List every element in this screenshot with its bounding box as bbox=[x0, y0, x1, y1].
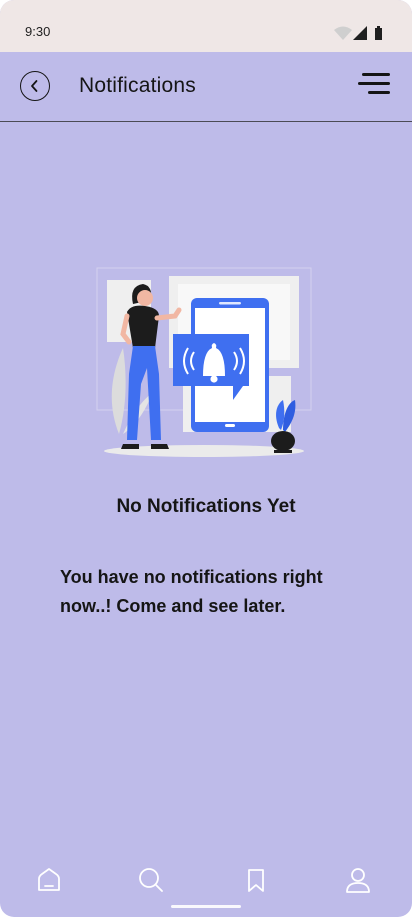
status-time: 9:30 bbox=[25, 24, 51, 39]
status-icons bbox=[334, 26, 382, 40]
leaf-left bbox=[111, 348, 126, 434]
notifications-screen: 9:30 Notifications No Notifications Yet … bbox=[0, 0, 412, 917]
nav-bookmark[interactable] bbox=[241, 865, 271, 895]
signal-icon bbox=[353, 26, 367, 40]
battery-icon bbox=[375, 26, 382, 40]
bell-clapper bbox=[210, 375, 218, 383]
back-button[interactable] bbox=[20, 71, 50, 101]
nav-search[interactable] bbox=[136, 865, 166, 895]
home-indicator[interactable] bbox=[171, 905, 241, 908]
menu-line bbox=[358, 82, 390, 85]
search-icon bbox=[139, 868, 163, 892]
app-bar: Notifications bbox=[0, 52, 412, 122]
phone-speaker bbox=[219, 302, 241, 305]
menu-button[interactable] bbox=[358, 73, 390, 99]
empty-state-title: No Notifications Yet bbox=[116, 496, 296, 517]
nav-home[interactable] bbox=[34, 865, 64, 895]
empty-state-message: You have no notifications right now..! C… bbox=[60, 567, 323, 616]
menu-line bbox=[362, 73, 390, 76]
home-icon bbox=[38, 868, 60, 891]
chevron-left-icon bbox=[31, 80, 38, 92]
person-head bbox=[137, 290, 153, 306]
bottom-nav bbox=[0, 860, 412, 917]
empty-notifications-illustration bbox=[96, 267, 312, 457]
wifi-icon bbox=[334, 26, 352, 40]
phone-home bbox=[225, 424, 235, 427]
bookmark-icon bbox=[248, 869, 264, 892]
person-arm bbox=[154, 307, 182, 321]
page-title: Notifications bbox=[79, 74, 196, 97]
plant-pot-base bbox=[274, 450, 292, 453]
status-bar: 9:30 bbox=[0, 0, 412, 52]
person-shoe bbox=[151, 444, 169, 449]
menu-line bbox=[368, 91, 390, 94]
nav-profile[interactable] bbox=[343, 865, 373, 895]
person-shoe bbox=[121, 444, 139, 449]
person-jeans bbox=[127, 346, 161, 440]
plant-pot bbox=[271, 431, 295, 451]
profile-icon bbox=[346, 868, 370, 893]
